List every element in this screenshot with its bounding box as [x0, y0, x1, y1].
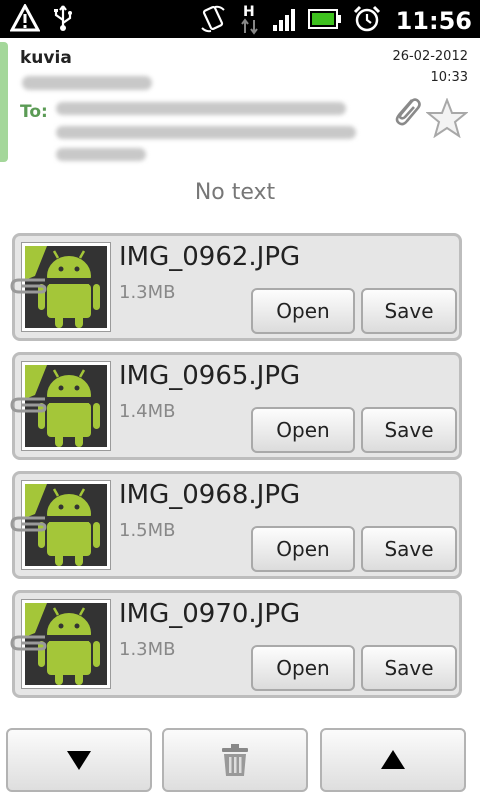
- star-icon[interactable]: [425, 97, 469, 142]
- save-button[interactable]: Save: [361, 407, 457, 453]
- message-subject: kuvia: [20, 48, 72, 68]
- open-button[interactable]: Open: [251, 645, 355, 691]
- signal-icon: [272, 6, 298, 36]
- attachment-filename: IMG_0965.JPG: [119, 361, 301, 391]
- open-button[interactable]: Open: [251, 526, 355, 572]
- unread-accent-bar: [0, 42, 8, 162]
- attachment-size: 1.3MB: [119, 282, 176, 303]
- message-date: 26-02-2012 10:33: [392, 46, 468, 88]
- paperclip-icon: [10, 397, 47, 413]
- up-arrow-icon: [381, 750, 405, 769]
- save-button[interactable]: Save: [361, 526, 457, 572]
- clock-time: 11:56: [395, 7, 472, 35]
- attachment-filename: IMG_0962.JPG: [119, 242, 301, 272]
- next-message-button[interactable]: [6, 728, 152, 792]
- paperclip-icon: [10, 278, 47, 294]
- recipients-redacted-line-2: [56, 126, 356, 139]
- open-button[interactable]: Open: [251, 288, 355, 334]
- bottom-action-bar: [0, 716, 480, 800]
- attachment-item: IMG_0962.JPG 1.3MB Open Save: [10, 233, 462, 341]
- attachment-filename: IMG_0968.JPG: [119, 480, 301, 510]
- attachment-item: IMG_0970.JPG 1.3MB Open Save: [10, 590, 462, 698]
- sender-redacted: [22, 76, 152, 90]
- attachment-indicator-icon: [390, 94, 422, 132]
- attachment-item: IMG_0965.JPG 1.4MB Open Save: [10, 352, 462, 460]
- message-header: kuvia To: 26-02-2012 10:33: [0, 38, 480, 166]
- trash-icon: [222, 744, 248, 776]
- paperclip-icon: [10, 516, 47, 532]
- delete-button[interactable]: [162, 728, 308, 792]
- recipients-redacted-line-3: [56, 148, 146, 161]
- attachment-filename: IMG_0970.JPG: [119, 599, 301, 629]
- svg-text:H: H: [243, 4, 255, 20]
- h-network-icon: H: [238, 3, 262, 39]
- battery-icon: [307, 8, 342, 34]
- attachment-size: 1.3MB: [119, 639, 176, 660]
- message-body: No text: [194, 180, 276, 205]
- recipients-redacted-line-1: [56, 102, 346, 115]
- paperclip-icon: [10, 635, 47, 651]
- save-button[interactable]: Save: [361, 288, 457, 334]
- rotate-icon: [198, 4, 228, 38]
- message-date-time: 10:33: [430, 70, 468, 85]
- warning-icon: [9, 2, 41, 36]
- usb-icon: [52, 4, 74, 36]
- down-arrow-icon: [67, 751, 91, 770]
- attachment-size: 1.5MB: [119, 520, 176, 541]
- to-label: To:: [20, 102, 48, 122]
- message-date-day: 26-02-2012: [392, 49, 468, 64]
- previous-message-button[interactable]: [320, 728, 466, 792]
- save-button[interactable]: Save: [361, 645, 457, 691]
- status-bar: H 11:56: [0, 0, 480, 38]
- attachment-size: 1.4MB: [119, 401, 176, 422]
- attachment-item: IMG_0968.JPG 1.5MB Open Save: [10, 471, 462, 579]
- open-button[interactable]: Open: [251, 407, 355, 453]
- alarm-icon: [352, 4, 382, 38]
